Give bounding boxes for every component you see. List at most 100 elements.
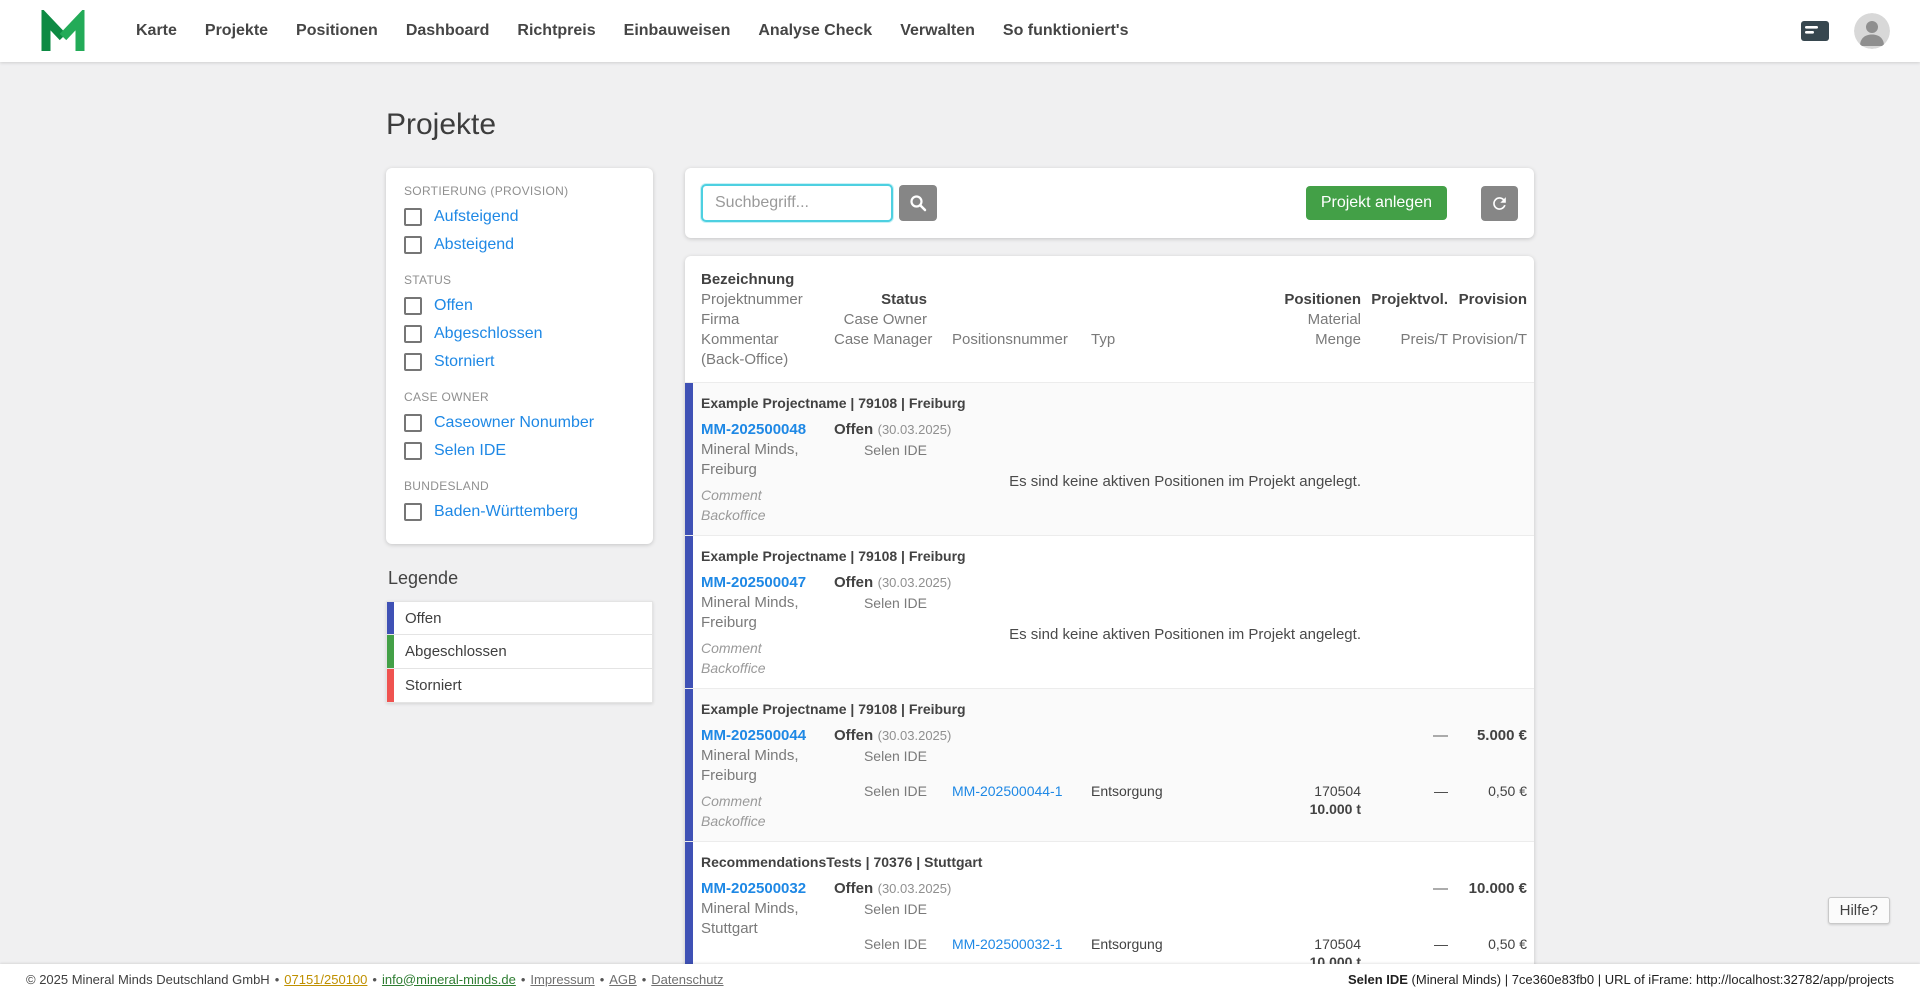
search-button[interactable] xyxy=(899,185,937,221)
col-typ: Typ xyxy=(1091,331,1116,348)
help-button[interactable]: Hilfe? xyxy=(1827,897,1890,924)
position-number-link[interactable]: MM-202500032-1 xyxy=(952,936,1063,952)
separator: • xyxy=(641,971,647,987)
checkbox-selen-ide[interactable] xyxy=(404,442,422,460)
agb-link[interactable]: AGB xyxy=(609,972,636,987)
nav-einbauweisen[interactable]: Einbauweisen xyxy=(610,12,745,50)
project-number-link[interactable]: MM-202500048 xyxy=(701,420,834,440)
filter-option-aufsteigend[interactable]: Aufsteigend xyxy=(404,203,635,231)
project-number-link[interactable]: MM-202500047 xyxy=(701,573,834,593)
nav-positionen[interactable]: Positionen xyxy=(282,12,392,50)
project-row: Example Projectname | 79108 | Freiburg M… xyxy=(685,535,1534,688)
filter-panel: Sortierung (Provision) Aufsteigend Abste… xyxy=(386,168,653,544)
project-comment: Comment xyxy=(701,640,762,656)
create-project-button[interactable]: Projekt anlegen xyxy=(1305,186,1447,220)
project-comment: Comment xyxy=(701,487,762,503)
position-case-manager: Selen IDE xyxy=(863,783,927,799)
session-details: (Mineral Minds) | 7ce360e83fb0 | URL of … xyxy=(1407,971,1894,987)
project-volume-value: — xyxy=(1433,880,1448,897)
project-company: Mineral Minds, xyxy=(701,594,799,611)
refresh-button[interactable] xyxy=(1481,185,1518,221)
table-header: Bezeichnung Projektnummer Firma Kommenta… xyxy=(685,256,1534,382)
nav-verwalten[interactable]: Verwalten xyxy=(886,12,989,50)
card-reader-icon[interactable] xyxy=(1800,19,1830,43)
checkbox-aufsteigend[interactable] xyxy=(404,208,422,226)
datenschutz-link[interactable]: Datenschutz xyxy=(651,972,723,987)
filter-option-storniert[interactable]: Storniert xyxy=(404,348,635,376)
filter-option-selen-ide[interactable]: Selen IDE xyxy=(404,437,635,465)
checkbox-absteigend[interactable] xyxy=(404,236,422,254)
copyright: © 2025 Mineral Minds Deutschland GmbH xyxy=(26,971,270,987)
session-user: Selen IDE xyxy=(1347,971,1408,987)
project-title: Example Projectname | 79108 | Freiburg xyxy=(701,548,966,564)
nav-so-funktionierts[interactable]: So funktioniert's xyxy=(989,12,1143,50)
project-company: Mineral Minds, xyxy=(701,441,799,458)
checkbox-caseowner-nonumber[interactable] xyxy=(404,414,422,432)
position-typ: Entsorgung xyxy=(1091,783,1163,799)
project-title: Example Projectname | 79108 | Freiburg xyxy=(701,395,966,411)
col-material: Material xyxy=(1307,311,1361,328)
col-positionen: Positionen xyxy=(1284,291,1361,308)
separator: • xyxy=(372,971,377,987)
nav-analyse-check[interactable]: Analyse Check xyxy=(744,12,886,50)
col-firma: Firma xyxy=(701,311,740,328)
mineral-minds-logo-icon xyxy=(41,10,85,51)
project-row: Example Projectname | 79108 | Freiburg M… xyxy=(685,382,1534,535)
nav-richtpreis[interactable]: Richtpreis xyxy=(503,12,609,50)
nav-dashboard[interactable]: Dashboard xyxy=(392,12,504,50)
project-provision-value: 5.000 € xyxy=(1476,727,1527,744)
position-material: 170504 xyxy=(1314,936,1361,952)
legend-item-offen: Offen xyxy=(386,601,653,635)
app-logo[interactable] xyxy=(40,8,86,54)
project-provision-value: 10.000 € xyxy=(1468,880,1527,897)
col-bezeichnung: Bezeichnung xyxy=(701,271,795,288)
navbar-right xyxy=(1800,13,1890,49)
nav-karte[interactable]: Karte xyxy=(122,12,191,50)
col-projektnummer: Projektnummer xyxy=(701,291,803,308)
checkbox-storniert[interactable] xyxy=(404,353,422,371)
footer: © 2025 Mineral Minds Deutschland GmbH • … xyxy=(0,964,1920,994)
filter-section-case-owner: Case Owner xyxy=(404,390,490,404)
sidebar: Sortierung (Provision) Aufsteigend Abste… xyxy=(386,168,653,703)
no-positions-message: Es sind keine aktiven Positionen im Proj… xyxy=(1009,626,1361,643)
checkbox-abgeschlossen[interactable] xyxy=(404,325,422,343)
user-avatar[interactable] xyxy=(1854,13,1890,49)
projects-table: Bezeichnung Projektnummer Firma Kommenta… xyxy=(685,256,1534,994)
filter-option-offen[interactable]: Offen xyxy=(404,292,635,320)
legend-color-storniert xyxy=(387,669,394,702)
refresh-icon xyxy=(1493,196,1506,210)
project-company: Mineral Minds, xyxy=(701,900,799,917)
checkbox-offen[interactable] xyxy=(404,297,422,315)
status-color-bar xyxy=(685,383,693,535)
project-title: Example Projectname | 79108 | Freiburg xyxy=(701,701,966,717)
checkbox-baden-wuerttemberg[interactable] xyxy=(404,503,422,521)
status-color-bar xyxy=(685,536,693,688)
project-number-link[interactable]: MM-202500044 xyxy=(701,726,834,746)
case-owner: Selen IDE xyxy=(863,442,927,458)
filter-option-absteigend[interactable]: Absteigend xyxy=(404,231,635,259)
impressum-link[interactable]: Impressum xyxy=(530,972,594,987)
position-number-link[interactable]: MM-202500044-1 xyxy=(952,783,1063,799)
page-title: Projekte xyxy=(386,108,497,141)
filter-option-caseowner-nonumber[interactable]: Caseowner Nonumber xyxy=(404,409,635,437)
col-kommentar: Kommentar xyxy=(701,331,779,348)
session-info: Selen IDE (Mineral Minds) | 7ce360e83fb0… xyxy=(1348,972,1894,987)
project-volume-value: — xyxy=(1433,727,1448,744)
status-color-bar xyxy=(685,689,693,841)
status-label: Offen xyxy=(834,574,874,591)
legend-title: Legende xyxy=(388,568,459,588)
nav-projekte[interactable]: Projekte xyxy=(191,12,282,50)
search-input[interactable] xyxy=(701,184,893,222)
filter-option-abgeschlossen[interactable]: Abgeschlossen xyxy=(404,320,635,348)
status-label: Offen xyxy=(834,421,874,438)
filter-section-bundesland: Bundesland xyxy=(404,479,490,493)
filter-option-baden-wuerttemberg[interactable]: Baden-Württemberg xyxy=(404,498,635,526)
phone-link[interactable]: 07151/250100 xyxy=(284,972,367,987)
project-company: Mineral Minds, xyxy=(701,747,799,764)
email-link[interactable]: info@mineral-minds.de xyxy=(382,972,516,987)
filter-section-sortierung: Sortierung (Provision) xyxy=(404,184,569,198)
status-label: Offen xyxy=(834,727,874,744)
legend: Legende Offen Abgeschlossen Storniert xyxy=(386,568,653,703)
status-label: Offen xyxy=(834,880,874,897)
project-number-link[interactable]: MM-202500032 xyxy=(701,879,834,899)
